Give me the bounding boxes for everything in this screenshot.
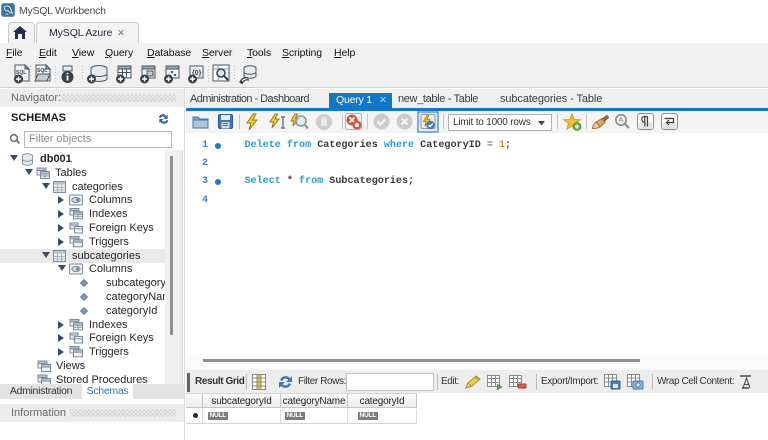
svg-text:SQL: SQL	[37, 68, 47, 74]
